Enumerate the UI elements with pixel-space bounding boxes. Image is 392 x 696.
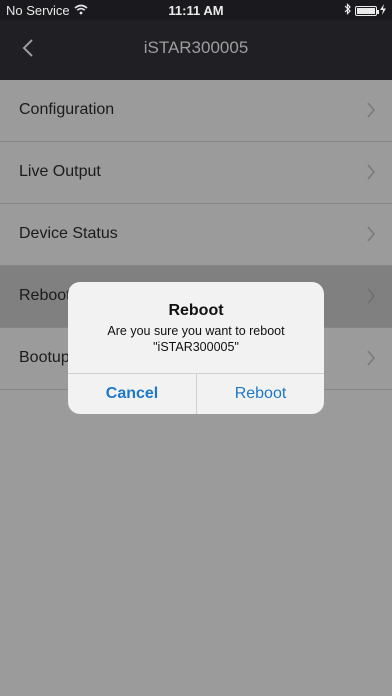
status-time: 11:11 AM [168,3,224,18]
alert-title: Reboot [168,302,224,319]
chevron-right-icon [367,226,376,242]
list-item-label: Bootup [19,349,70,366]
page-title: iSTAR300005 [143,38,249,57]
list-item-device-status[interactable]: Device Status [0,204,392,266]
chevron-right-icon [367,102,376,118]
alert-message-line: Are you sure you want to reboot [107,324,285,338]
battery-icon [355,5,379,16]
status-bar: No Service 11:11 AM [0,0,392,20]
chevron-right-icon [367,288,376,304]
status-right [344,3,386,18]
list-item-label: Live Output [19,163,101,180]
list-item-label: Device Status [19,225,118,242]
charging-icon [380,3,386,18]
list-item-label: Configuration [19,101,115,118]
bluetooth-icon [344,3,352,18]
navigation-bar: iSTAR300005 [0,20,392,80]
chevron-right-icon [367,164,376,180]
confirm-reboot-button[interactable]: Reboot [197,374,324,414]
chevron-right-icon [367,350,376,366]
cancel-button[interactable]: Cancel [68,374,196,414]
alert-message-line: "iSTAR300005" [153,340,239,354]
list-item-label: Reboot [19,287,71,304]
list-item-configuration[interactable]: Configuration [0,80,392,142]
alert-message: Are you sure you want to reboot "iSTAR30… [78,323,314,355]
reboot-alert-dialog: Reboot Are you sure you want to reboot "… [68,282,324,414]
list-item-live-output[interactable]: Live Output [0,142,392,204]
